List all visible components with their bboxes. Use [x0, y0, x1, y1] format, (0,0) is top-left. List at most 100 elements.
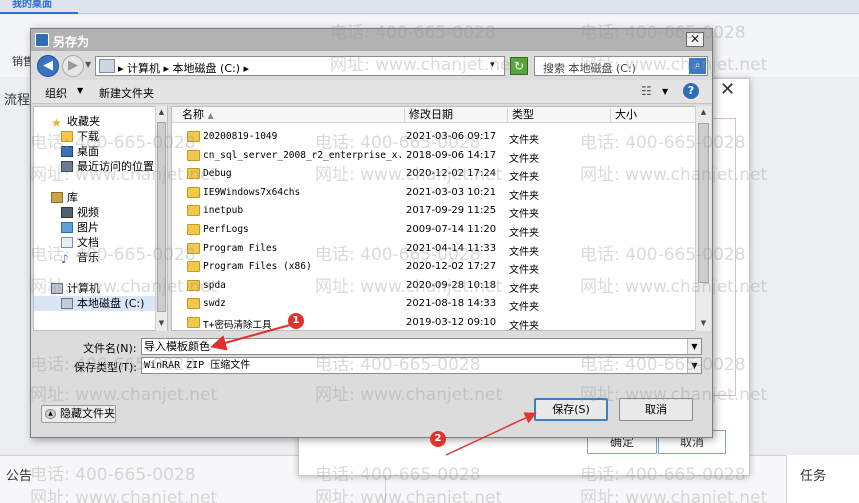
filename-field[interactable]: 导入模板颜色: [141, 338, 702, 355]
file-type: 文件夹: [509, 190, 539, 202]
file-type: 文件夹: [509, 135, 539, 146]
file-name: PerfLogs: [203, 224, 249, 235]
dialog-title-bar[interactable]: 另存为 ✕: [31, 29, 712, 51]
column-size[interactable]: 大小: [610, 108, 700, 122]
nav-downloads[interactable]: 下载: [61, 129, 99, 144]
back-arrow-icon[interactable]: ◀: [37, 55, 59, 77]
filename-dropdown-icon[interactable]: ▼: [687, 339, 701, 354]
computer-icon: [51, 283, 63, 294]
file-row[interactable]: Program Files (x86) 2020-12-02 17:27 文件夹: [172, 258, 692, 277]
step-marker-1: 1: [288, 313, 304, 329]
file-modified: 2021-03-03 10:21: [406, 186, 497, 198]
file-modified: 2019-03-12 09:10: [406, 317, 497, 328]
file-name: spda: [203, 279, 226, 291]
organize-dropdown-icon[interactable]: ▼: [77, 86, 83, 95]
scroll-up-icon[interactable]: ▲: [157, 108, 166, 116]
file-row[interactable]: PerfLogs 2009-07-14 11:20 文件夹: [172, 221, 692, 240]
filetype-select[interactable]: WinRAR ZIP 压缩文件: [141, 357, 702, 374]
search-icon[interactable]: ⌕: [689, 58, 706, 74]
folder-icon: [187, 279, 200, 291]
template-dialog-close-icon[interactable]: ✕: [720, 80, 735, 100]
dialog-title: 另存为: [53, 35, 90, 49]
nav-documents[interactable]: 文档: [61, 235, 99, 250]
file-row[interactable]: 20200819-1049 2021-03-06 09:17 文件夹: [172, 128, 692, 147]
tab-my-desktop[interactable]: 我的桌面: [0, 0, 78, 14]
filetype-dropdown-icon[interactable]: ▼: [687, 358, 701, 373]
save-as-dialog: 另存为 ✕ ◀ ▶ ▼ ▸ 计算机 ▸ 本地磁盘 (C:) ▸ ▾ ↻ 搜索 本…: [30, 28, 713, 438]
save-as-icon: [35, 33, 49, 47]
folder-icon: [187, 317, 200, 328]
file-row[interactable]: Debug 2020-12-02 17:24 文件夹: [172, 165, 692, 184]
nav-music[interactable]: ♪ 音乐: [61, 250, 99, 266]
new-folder-button[interactable]: 新建文件夹: [99, 85, 154, 101]
filename-label: 文件名(N):: [83, 342, 137, 355]
scroll-up-icon[interactable]: ▲: [699, 108, 708, 116]
file-modified: 2018-09-06 14:17: [406, 149, 497, 161]
file-list: 名称 ▲ 修改日期 类型 大小 20200819-1049 2021-03-06 …: [171, 106, 711, 331]
nav-videos[interactable]: 视频: [61, 205, 99, 220]
cancel-button[interactable]: 取消: [619, 398, 693, 421]
folder-icon: [187, 205, 200, 217]
file-row[interactable]: spda 2020-09-28 10:18 文件夹: [172, 277, 692, 296]
file-type: 文件夹: [509, 246, 539, 258]
file-modified: 2020-12-02 17:24: [406, 168, 497, 180]
view-dropdown-icon[interactable]: ▼: [662, 87, 668, 96]
organize-button[interactable]: 组织: [45, 85, 67, 101]
scroll-down-icon[interactable]: ▼: [699, 319, 708, 327]
folder-icon: [187, 168, 200, 180]
history-dropdown-icon[interactable]: ▼: [85, 60, 91, 69]
help-icon[interactable]: ?: [683, 83, 699, 99]
close-icon[interactable]: ✕: [686, 32, 704, 47]
file-row[interactable]: Program Files 2021-04-14 11:33 文件夹: [172, 240, 692, 259]
hide-folders-button[interactable]: ▲ 隐藏文件夹: [41, 405, 116, 423]
refresh-icon[interactable]: ↻: [510, 57, 528, 75]
address-dropdown-icon[interactable]: ▾: [490, 60, 495, 70]
file-scrollbar[interactable]: ▲ ▼: [695, 106, 711, 331]
column-header: 名称 ▲ 修改日期 类型 大小: [172, 107, 710, 123]
nav-local-disk-c[interactable]: 本地磁盘 (C:): [34, 296, 156, 311]
file-name: inetpub: [203, 205, 244, 217]
column-name[interactable]: 名称 ▲: [178, 108, 404, 122]
nav-scrollbar[interactable]: ▲ ▼: [155, 106, 167, 331]
view-options-icon[interactable]: ☷: [641, 84, 652, 98]
file-type: 文件夹: [509, 265, 539, 277]
save-button[interactable]: 保存(S): [534, 398, 608, 421]
step-marker-2: 2: [430, 431, 446, 447]
nav-recent-places[interactable]: 最近访问的位置: [61, 159, 154, 174]
search-placeholder: 搜索 本地磁盘 (C:): [543, 62, 636, 75]
file-row[interactable]: T+密码清除工具 2019-03-12 09:10 文件夹: [172, 314, 692, 330]
file-row[interactable]: swdz 2021-08-18 14:33 文件夹: [172, 295, 692, 314]
forward-arrow-icon[interactable]: ▶: [62, 55, 84, 77]
file-row[interactable]: cn_sql_server_2008_r2_enterprise_x... 201…: [172, 147, 692, 166]
file-name: swdz: [203, 298, 226, 310]
search-input[interactable]: 搜索 本地磁盘 (C:) ⌕: [534, 56, 708, 76]
file-row[interactable]: inetpub 2017-09-29 11:25 文件夹: [172, 202, 692, 221]
nav-favorites[interactable]: ★ 收藏夹: [51, 114, 100, 130]
column-type[interactable]: 类型: [507, 108, 610, 122]
address-bar[interactable]: ▸ 计算机 ▸ 本地磁盘 (C:) ▸ ▾: [95, 56, 505, 76]
folder-icon: [187, 224, 200, 235]
recent-places-icon: [61, 161, 73, 172]
file-modified: 2017-09-29 11:25: [406, 205, 497, 217]
nav-libraries[interactable]: 库: [51, 190, 78, 205]
folder-icon: [187, 298, 200, 310]
nav-desktop[interactable]: 桌面: [61, 144, 99, 159]
file-modified: 2021-03-06 09:17: [406, 131, 497, 142]
video-icon: [61, 207, 73, 218]
scroll-down-icon[interactable]: ▼: [157, 319, 166, 327]
file-name: cn_sql_server_2008_r2_enterprise_x...: [203, 149, 401, 161]
file-row[interactable]: IE9Windows7x64chs 2021-03-03 10:21 文件夹: [172, 184, 692, 203]
column-modified[interactable]: 修改日期: [404, 108, 507, 122]
file-scrollbar-thumb[interactable]: [698, 123, 709, 283]
flow-label: 流程: [4, 93, 31, 108]
file-type: 文件夹: [509, 172, 539, 184]
file-modified: 2021-04-14 11:33: [406, 242, 497, 254]
file-type: 文件夹: [509, 228, 539, 239]
folder-icon: [187, 186, 200, 198]
address-path[interactable]: ▸ 计算机 ▸ 本地磁盘 (C:) ▸: [118, 60, 249, 76]
nav-scrollbar-thumb[interactable]: [157, 122, 166, 312]
folder-icon: [187, 131, 200, 142]
file-modified: 2021-08-18 14:33: [406, 298, 497, 310]
nav-computer[interactable]: 计算机: [51, 281, 100, 296]
nav-pictures[interactable]: 图片: [61, 220, 99, 235]
